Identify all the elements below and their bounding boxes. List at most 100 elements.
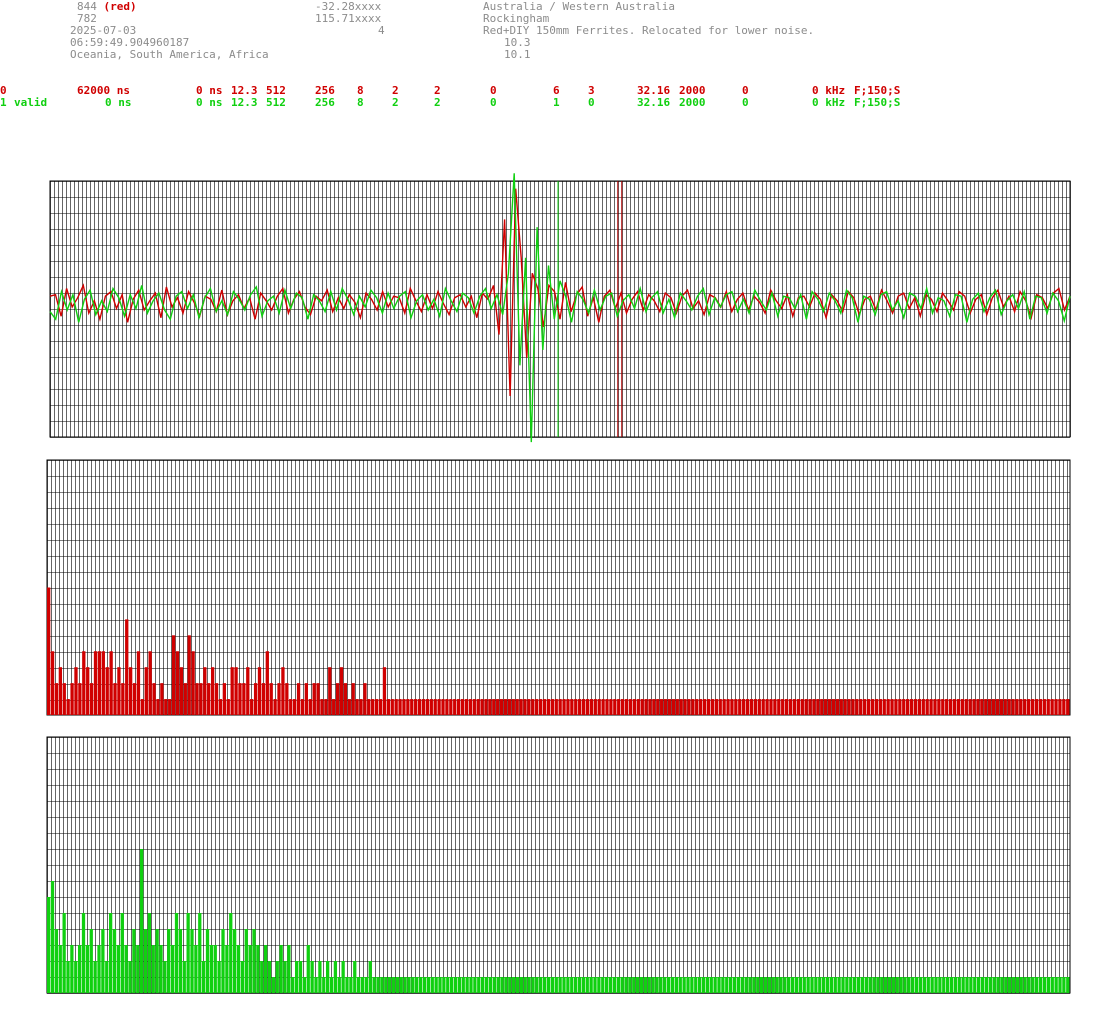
spectrum-red-bar: [773, 699, 777, 715]
spectrum-green-bar: [992, 977, 996, 993]
spectrum-green-bar: [849, 977, 853, 993]
spectrum-red-bar: [699, 699, 703, 715]
spectrum-green-bar: [512, 977, 516, 993]
spectrum-green-bar: [1039, 977, 1043, 993]
spectrum-red-bar: [148, 651, 152, 715]
spectrum-red-bar: [398, 699, 402, 715]
spectrum-red-bar: [542, 699, 547, 715]
spectrum-red-bar: [804, 699, 808, 715]
spectrum-red-bar: [742, 699, 746, 715]
spectrum-red-bar: [624, 699, 629, 715]
spectrum-green-bar: [705, 977, 710, 993]
spectrum-green-bar: [128, 961, 132, 993]
spectrum-green-bar: [171, 945, 175, 993]
spectrum-red-bar: [652, 699, 656, 715]
spectrum-green-bar: [314, 977, 318, 993]
spectrum-red-bar: [97, 651, 102, 715]
spectrum-red-bar: [671, 699, 676, 715]
spectrum-green-bar: [856, 977, 861, 993]
spectrum-red-bar: [1015, 699, 1019, 715]
spectrum-green-bar: [977, 977, 981, 993]
spectrum-green-bar: [209, 945, 214, 993]
spectrum-red-bar: [620, 699, 625, 715]
spectrum-red-bar: [578, 699, 582, 715]
spectrum-red-bar: [980, 699, 984, 715]
spectrum-red-bar: [1007, 699, 1011, 715]
spectrum-green-bar: [1031, 977, 1035, 993]
spectrum-green-bar: [965, 977, 969, 993]
spectrum-green-bar: [574, 977, 578, 993]
spectrum-green-bar: [725, 977, 729, 993]
spectrum-red-bar: [101, 651, 105, 715]
spectrum-green-bar: [1058, 977, 1062, 993]
spectrum-red-bar: [847, 699, 851, 715]
spectrum-green-bar: [701, 977, 706, 993]
spectrum-red-bar: [1066, 699, 1070, 715]
spectrum-red-bar: [890, 699, 894, 715]
spectrum-green-bar: [310, 961, 314, 993]
spectrum-green-bar: [915, 977, 919, 993]
spectrum-red-bar: [374, 699, 379, 715]
spectrum-green-bar: [624, 977, 628, 993]
spectrum-green-bar: [616, 977, 620, 993]
spectrum-red-bar: [488, 699, 492, 715]
spectrum-green-bar: [605, 977, 609, 993]
spectrum-green-bar: [791, 977, 795, 993]
spectrum-red-bar: [574, 699, 578, 715]
spectrum-green-bar: [264, 945, 268, 993]
spectrum-red-bar: [757, 699, 761, 715]
spectrum-green-bar: [740, 977, 744, 993]
spectrum-red-bar: [702, 699, 707, 715]
spectrum-red-bar: [210, 667, 215, 715]
spectrum-red-bar: [765, 699, 769, 715]
spectrum-red-bar: [238, 683, 242, 715]
spectrum-red-bar: [152, 683, 156, 715]
spectrum-green-bar: [74, 961, 78, 993]
spectrum-red-bar: [437, 699, 441, 715]
spectrum-red-bar: [86, 667, 90, 715]
spectrum-green-bar: [562, 977, 566, 993]
spectrum-red-bar: [195, 683, 199, 715]
spectrum-red-bar: [546, 699, 551, 715]
spectrum-red-bar: [136, 651, 141, 715]
spectrum-red-bar: [964, 699, 968, 715]
spectrum-green-bar: [841, 977, 845, 993]
spectrum-red-bar: [242, 683, 246, 715]
spectrum-green-bar: [775, 977, 779, 993]
spectrum-green-bar: [651, 977, 655, 993]
spectrum-green-bar: [140, 849, 144, 993]
spectrum-green-bar: [430, 977, 434, 993]
spectrum-red-bar: [632, 699, 636, 715]
spectrum-red-bar: [66, 699, 70, 715]
spectrum-green-bar: [62, 913, 66, 993]
spectrum-green-bar: [794, 977, 799, 993]
spectrum-green-bar: [190, 929, 194, 993]
spectrum-green-bar: [345, 977, 349, 993]
spectrum-green-bar: [853, 977, 857, 993]
spectrum-green-bar: [136, 945, 140, 993]
spectrum-red-bar: [253, 683, 258, 715]
spectrum-green-bar: [236, 945, 241, 993]
spectrum-green-bar: [492, 977, 496, 993]
spectrum-red-bar: [581, 699, 586, 715]
spectrum-red-bar: [898, 699, 902, 715]
spectrum-green-bar: [85, 945, 90, 993]
spectrum-red-bar: [855, 699, 859, 715]
spectrum-green-bar: [496, 977, 500, 993]
spectrum-green-bar: [457, 977, 462, 993]
spectrum-green-bar: [926, 977, 930, 993]
spectrum-red-bar: [54, 683, 59, 715]
spectrum-red-bar: [843, 699, 847, 715]
spectrum-green-bar: [806, 977, 810, 993]
spectrum-red-bar: [78, 683, 82, 715]
spectrum-green-bar: [767, 977, 772, 993]
spectrum-green-bar: [248, 945, 252, 993]
spectrum-green-bar: [833, 977, 837, 993]
spectrum-red-bar: [660, 699, 664, 715]
spectrum-red-bar: [597, 699, 601, 715]
spectrum-green-bar: [422, 977, 427, 993]
spectrum-red-bar: [882, 699, 886, 715]
spectrum-red-bar: [371, 699, 375, 715]
spectrum-red-bar: [226, 699, 230, 715]
spectrum-green-bar: [868, 977, 872, 993]
